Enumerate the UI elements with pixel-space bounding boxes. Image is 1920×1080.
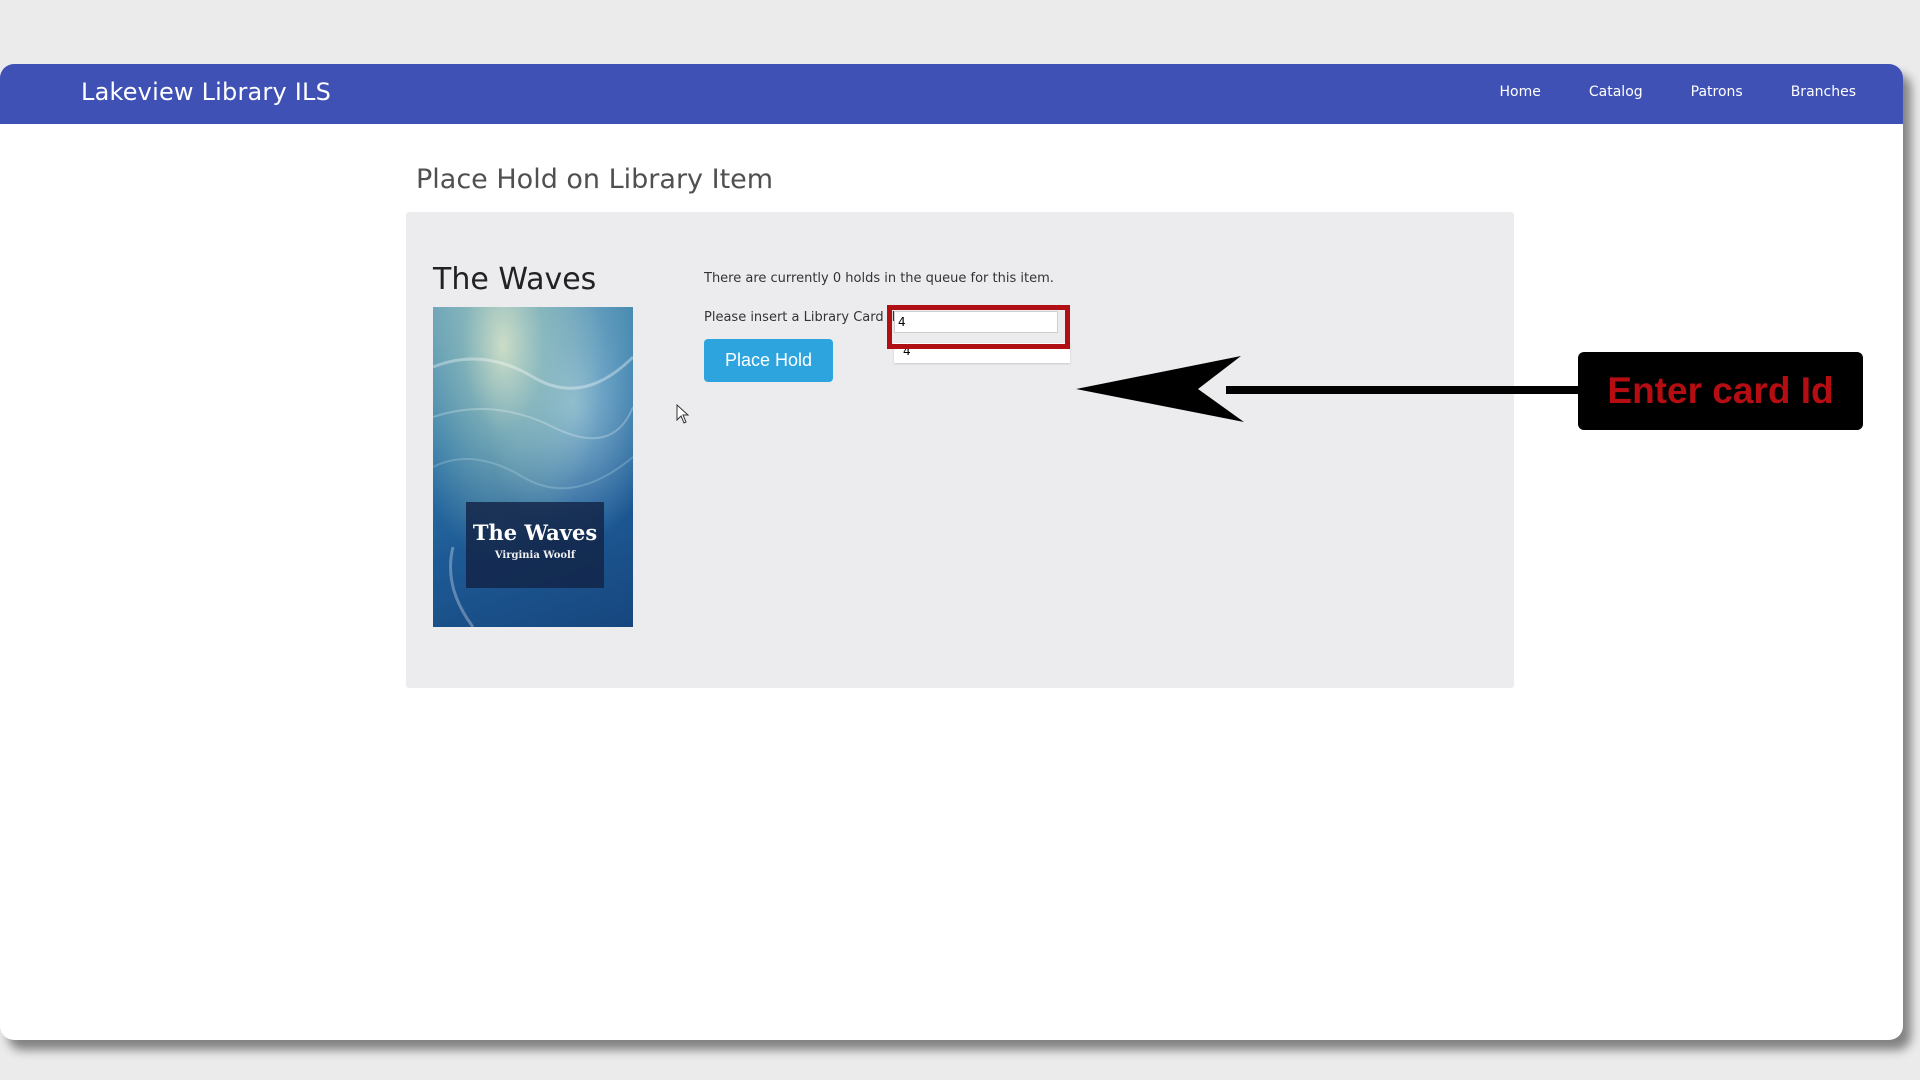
- nav-links: Home Catalog Patrons Branches: [1452, 84, 1856, 100]
- nav-item-patrons[interactable]: Patrons: [1691, 84, 1743, 100]
- hold-panel: The Waves The Waves Virginia Woolf There…: [406, 212, 1514, 688]
- card-id-input[interactable]: [894, 311, 1058, 333]
- mouse-cursor-icon: [676, 404, 690, 424]
- cover-title: The Waves: [472, 520, 598, 545]
- browser-window: Lakeview Library ILS Home Catalog Patron…: [0, 64, 1903, 1040]
- nav-item-branches[interactable]: Branches: [1791, 84, 1856, 100]
- top-navbar: Lakeview Library ILS Home Catalog Patron…: [0, 64, 1903, 124]
- queue-status-text: There are currently 0 holds in the queue…: [704, 271, 1054, 286]
- cover-title-box: The Waves Virginia Woolf: [466, 502, 604, 588]
- annotation-callout: Enter card Id: [1578, 352, 1863, 430]
- cover-author: Virginia Woolf: [494, 550, 576, 561]
- nav-item-home[interactable]: Home: [1500, 84, 1541, 100]
- page-title: Place Hold on Library Item: [416, 164, 774, 195]
- item-title: The Waves: [433, 262, 597, 297]
- book-cover-image: The Waves Virginia Woolf: [433, 307, 633, 627]
- nav-item-catalog[interactable]: Catalog: [1589, 84, 1643, 100]
- autocomplete-suggestion[interactable]: 4: [894, 343, 1070, 363]
- autocomplete-suggestion-text: 4: [903, 344, 911, 358]
- brand-title[interactable]: Lakeview Library ILS: [81, 78, 331, 106]
- place-hold-button[interactable]: Place Hold: [704, 339, 833, 382]
- arrow-left-icon: [1076, 356, 1582, 422]
- card-id-label: Please insert a Library Card ID:: [704, 310, 906, 325]
